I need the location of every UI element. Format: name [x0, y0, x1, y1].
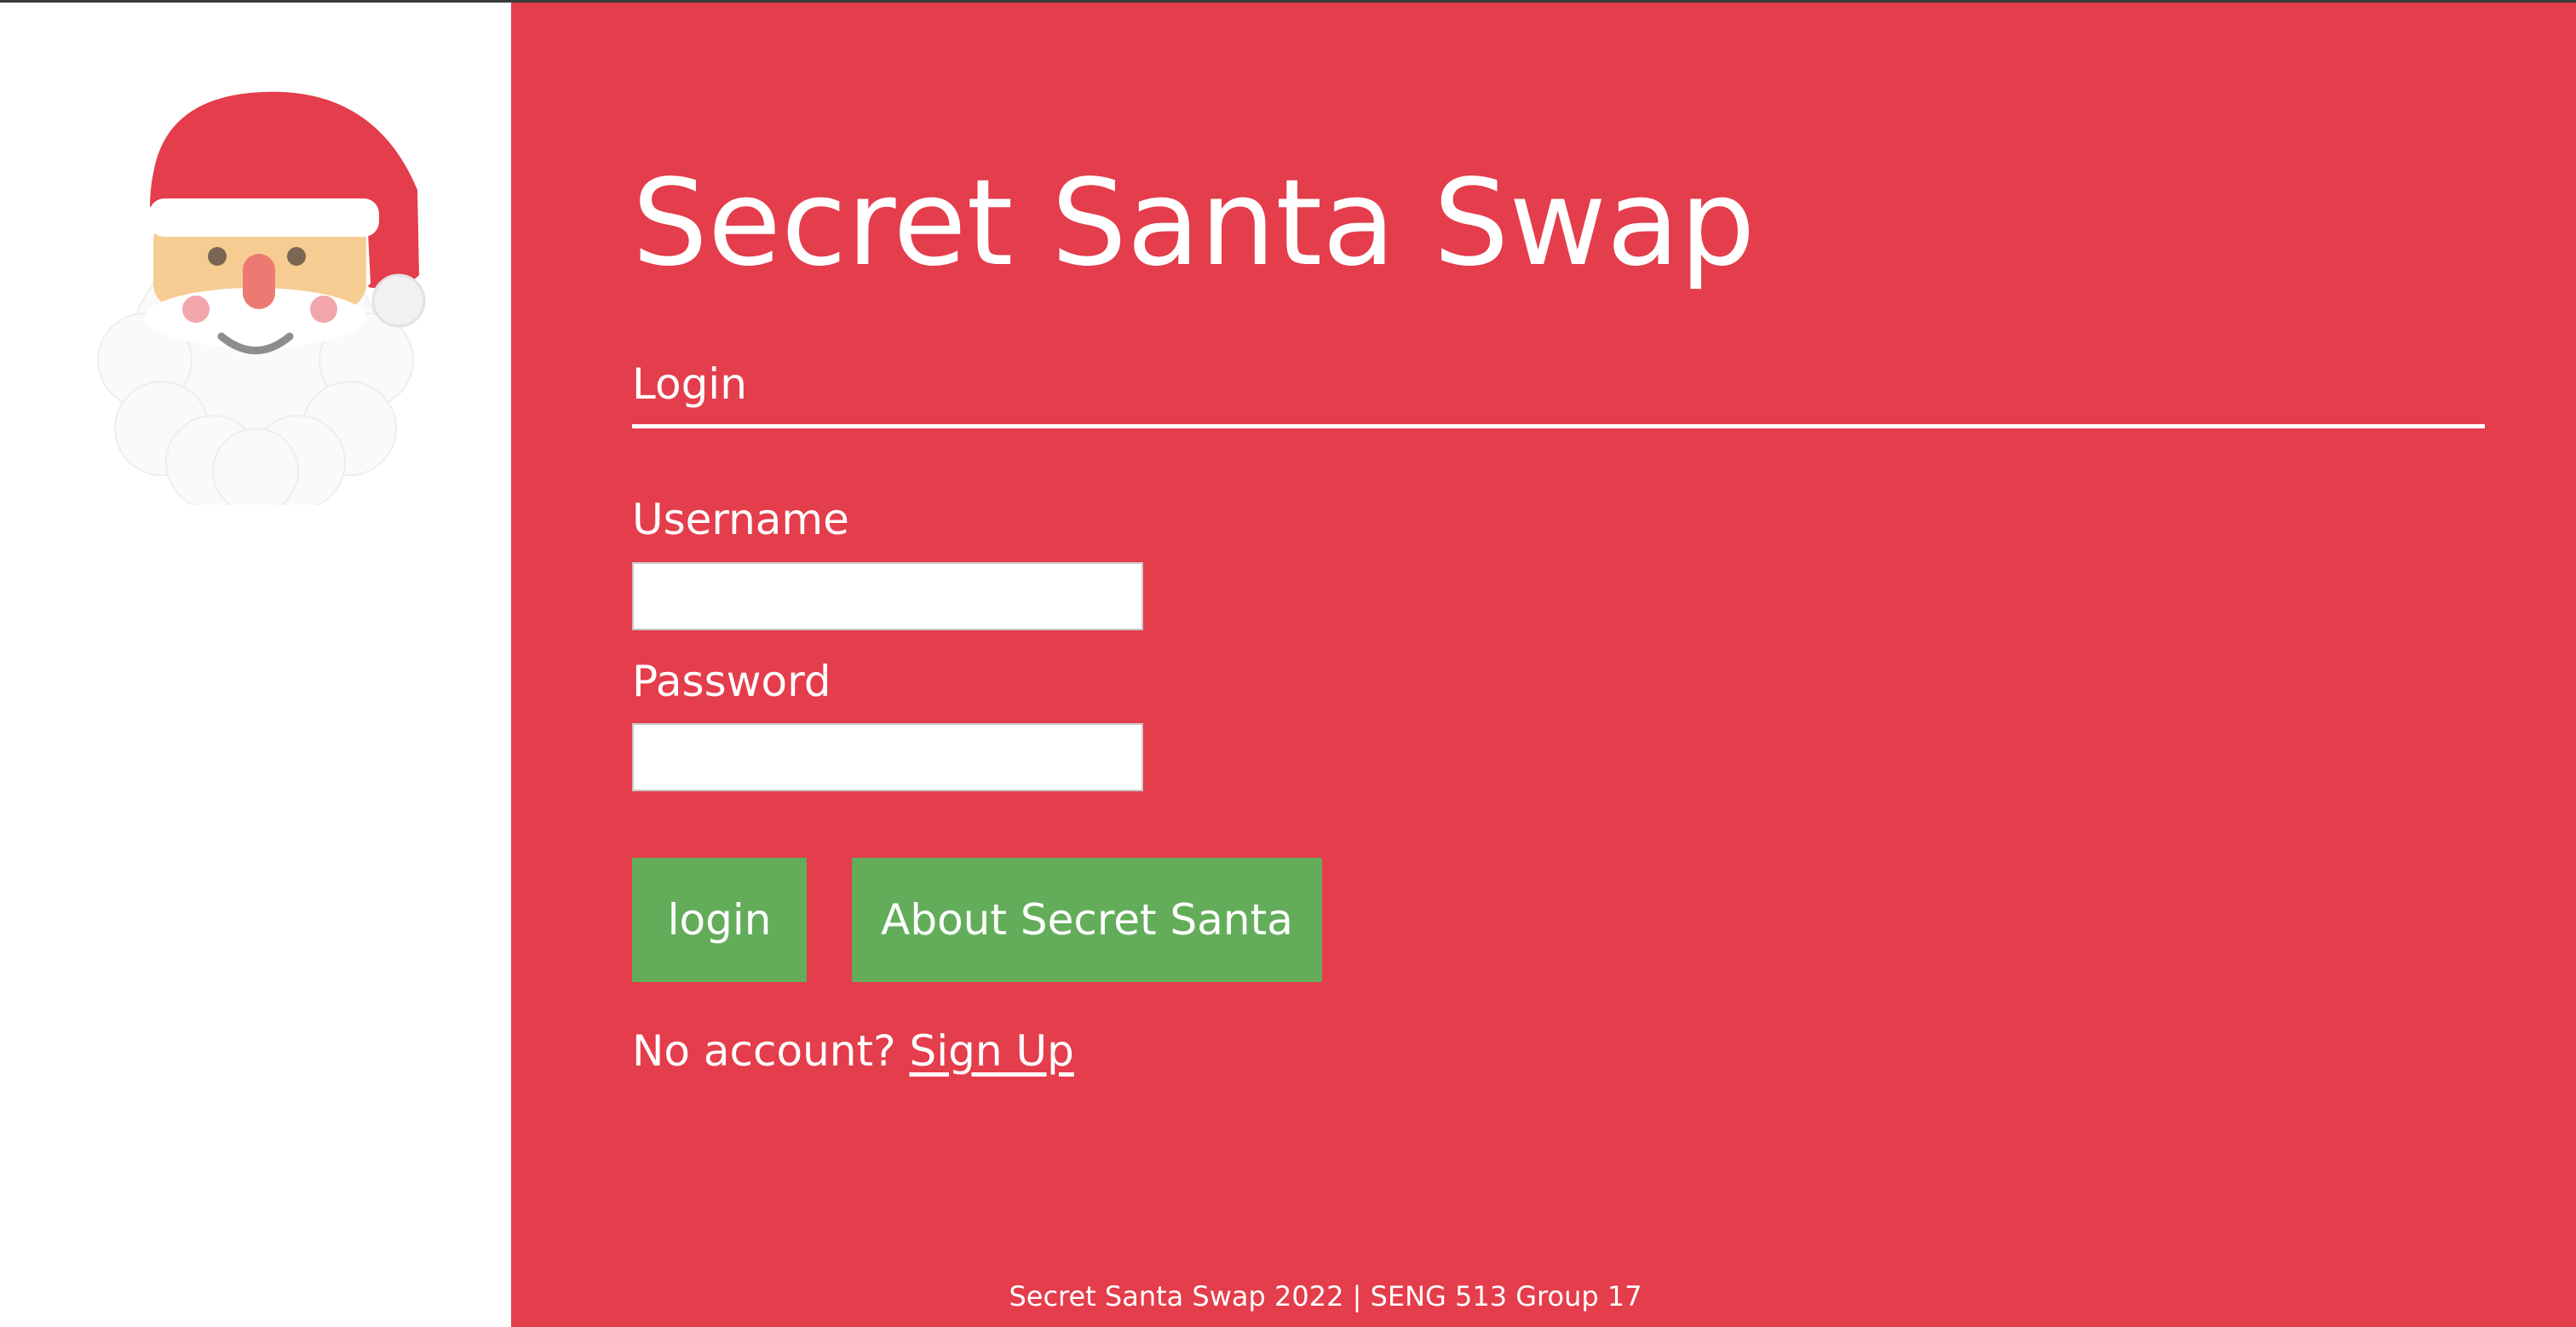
- page-title: Secret Santa Swap: [632, 154, 1756, 293]
- password-input[interactable]: [632, 723, 1143, 791]
- username-input[interactable]: [632, 562, 1143, 630]
- username-label: Username: [632, 495, 849, 544]
- main-panel: Secret Santa Swap Login Username Passwor…: [511, 3, 2576, 1327]
- footer: Secret Santa Swap 2022 | SENG 513 Group …: [1009, 1280, 1642, 1313]
- login-section-label: Login: [632, 359, 747, 409]
- no-account-text: No account?: [632, 1026, 896, 1076]
- signup-prompt: No account? Sign Up: [632, 1021, 1074, 1081]
- login-button[interactable]: login: [632, 858, 807, 982]
- santa-face-icon: [97, 91, 426, 505]
- sidebar: [0, 3, 511, 1327]
- section-divider: [632, 424, 2485, 428]
- signup-link[interactable]: Sign Up: [910, 1026, 1074, 1076]
- password-label: Password: [632, 657, 831, 706]
- about-secret-santa-button[interactable]: About Secret Santa: [852, 858, 1322, 982]
